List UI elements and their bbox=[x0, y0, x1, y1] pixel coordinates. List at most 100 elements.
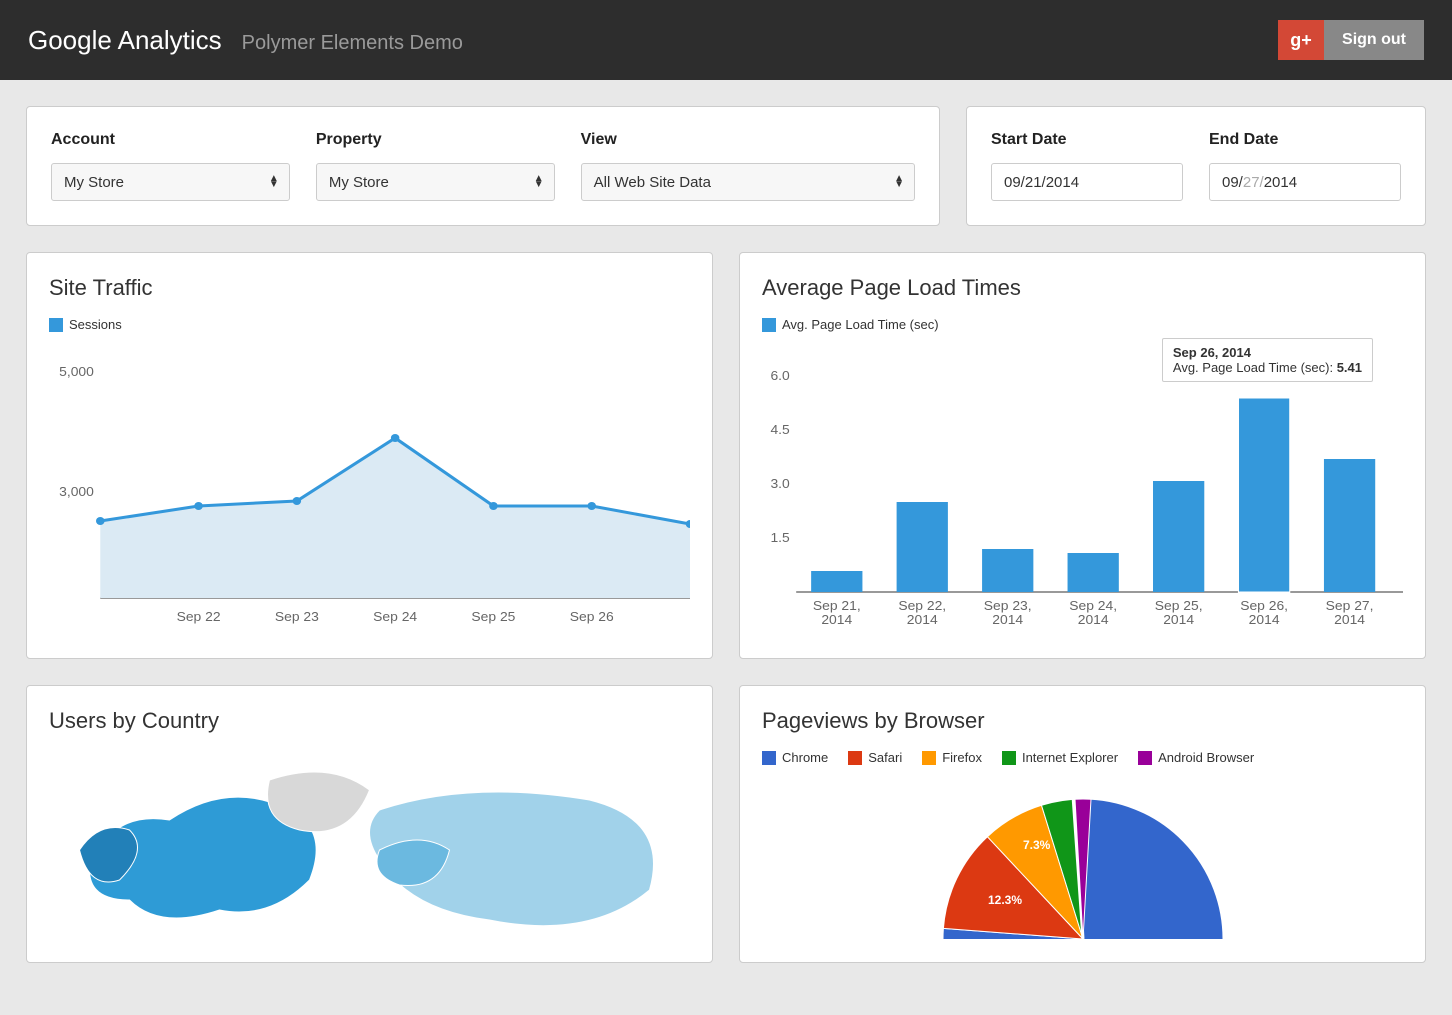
legend-item-sessions: Sessions bbox=[49, 317, 122, 332]
legend-label-loadtime: Avg. Page Load Time (sec) bbox=[782, 317, 939, 332]
pie-label-firefox: 7.3% bbox=[1023, 838, 1051, 852]
legend-label: Chrome bbox=[782, 750, 828, 765]
data-point bbox=[293, 497, 302, 505]
view-value: All Web Site Data bbox=[594, 174, 711, 191]
start-date-field: Start Date 09/21/2014 bbox=[991, 131, 1183, 201]
x-tick: Sep 22 bbox=[177, 609, 221, 623]
account-value: My Store bbox=[64, 174, 124, 191]
signout-button[interactable]: Sign out bbox=[1324, 20, 1424, 60]
x-tick: Sep 24,2014 bbox=[1069, 598, 1117, 626]
legend-label: Internet Explorer bbox=[1022, 750, 1118, 765]
y-tick: 3.0 bbox=[770, 476, 789, 490]
data-point bbox=[194, 502, 203, 510]
property-label: Property bbox=[316, 131, 555, 149]
browser-legend: Chrome Safari Firefox Internet Explorer … bbox=[762, 750, 1403, 765]
legend-item-firefox: Firefox bbox=[922, 750, 982, 765]
bar bbox=[1068, 553, 1119, 592]
end-date-input[interactable]: 09/27/2014 bbox=[1209, 163, 1401, 201]
data-point bbox=[587, 502, 596, 510]
header-right: g+ Sign out bbox=[1278, 20, 1424, 60]
y-tick: 1.5 bbox=[770, 530, 789, 544]
x-tick: Sep 25,2014 bbox=[1155, 598, 1203, 626]
users-by-country-panel: Users by Country bbox=[26, 685, 713, 963]
load-times-title: Average Page Load Times bbox=[762, 275, 1403, 301]
x-tick: Sep 25 bbox=[471, 609, 515, 623]
x-tick: Sep 24 bbox=[373, 609, 418, 623]
site-traffic-panel: Site Traffic Sessions 5,000 3,000 bbox=[26, 252, 713, 659]
account-selectors-panel: Account My Store ▲▼ Property My Store ▲▼… bbox=[26, 106, 940, 226]
chevron-updown-icon: ▲▼ bbox=[894, 176, 904, 188]
load-times-chart[interactable]: Sep 26, 2014 Avg. Page Load Time (sec): … bbox=[762, 346, 1403, 636]
end-date-suffix: 2014 bbox=[1264, 174, 1297, 191]
bar bbox=[811, 571, 862, 592]
view-select[interactable]: All Web Site Data ▲▼ bbox=[581, 163, 915, 201]
google-plus-button[interactable]: g+ bbox=[1278, 20, 1324, 60]
load-times-legend: Avg. Page Load Time (sec) bbox=[762, 317, 1403, 332]
legend-swatch-icon bbox=[1002, 751, 1016, 765]
data-point bbox=[391, 434, 400, 442]
data-point bbox=[489, 502, 498, 510]
legend-label: Firefox bbox=[942, 750, 982, 765]
bar-highlighted bbox=[1238, 398, 1289, 592]
start-date-value: 09/21/2014 bbox=[1004, 174, 1079, 191]
x-tick: Sep 27,2014 bbox=[1326, 598, 1374, 626]
legend-swatch-icon bbox=[848, 751, 862, 765]
property-field: Property My Store ▲▼ bbox=[316, 131, 555, 201]
x-tick: Sep 23 bbox=[275, 609, 319, 623]
y-tick: 4.5 bbox=[770, 422, 789, 436]
account-select[interactable]: My Store ▲▼ bbox=[51, 163, 290, 201]
app-header: Google Analytics Polymer Elements Demo g… bbox=[0, 0, 1452, 80]
x-tick: Sep 21,2014 bbox=[813, 598, 861, 626]
area-fill bbox=[100, 438, 690, 598]
view-label: View bbox=[581, 131, 915, 149]
legend-item-safari: Safari bbox=[848, 750, 902, 765]
tooltip-metric: Avg. Page Load Time (sec): bbox=[1173, 360, 1337, 375]
bar bbox=[982, 549, 1033, 592]
world-map[interactable] bbox=[49, 750, 690, 940]
start-date-input[interactable]: 09/21/2014 bbox=[991, 163, 1183, 201]
pageviews-by-browser-title: Pageviews by Browser bbox=[762, 708, 1403, 734]
chart-tooltip: Sep 26, 2014 Avg. Page Load Time (sec): … bbox=[1162, 338, 1373, 382]
browser-pie-chart[interactable]: 12.3% 7.3% bbox=[762, 779, 1403, 939]
legend-swatch-icon bbox=[1138, 751, 1152, 765]
x-tick: Sep 26,2014 bbox=[1240, 598, 1288, 626]
x-tick: Sep 26 bbox=[570, 609, 614, 623]
property-select[interactable]: My Store ▲▼ bbox=[316, 163, 555, 201]
site-traffic-legend: Sessions bbox=[49, 317, 690, 332]
x-tick: Sep 22,2014 bbox=[898, 598, 946, 626]
legend-swatch-icon bbox=[922, 751, 936, 765]
app-title: Google Analytics bbox=[28, 25, 222, 56]
legend-label: Android Browser bbox=[1158, 750, 1254, 765]
bar bbox=[897, 502, 948, 592]
site-traffic-title: Site Traffic bbox=[49, 275, 690, 301]
view-field: View All Web Site Data ▲▼ bbox=[581, 131, 915, 201]
end-date-label: End Date bbox=[1209, 131, 1401, 149]
chevron-updown-icon: ▲▼ bbox=[269, 176, 279, 188]
end-date-prefix: 09/ bbox=[1222, 174, 1243, 191]
account-field: Account My Store ▲▼ bbox=[51, 131, 290, 201]
legend-item-ie: Internet Explorer bbox=[1002, 750, 1118, 765]
data-point bbox=[96, 517, 105, 525]
bar bbox=[1324, 459, 1375, 592]
site-traffic-chart[interactable]: 5,000 3,000 Sep 22 Sep 23 Sep 24 Sep 25 bbox=[49, 346, 690, 636]
map-region-greenland bbox=[268, 772, 370, 832]
date-range-panel: Start Date 09/21/2014 End Date 09/27/201… bbox=[966, 106, 1426, 226]
legend-swatch-icon bbox=[49, 318, 63, 332]
legend-label: Safari bbox=[868, 750, 902, 765]
start-date-label: Start Date bbox=[991, 131, 1183, 149]
legend-item-loadtime: Avg. Page Load Time (sec) bbox=[762, 317, 939, 332]
property-value: My Store bbox=[329, 174, 389, 191]
end-date-field: End Date 09/27/2014 bbox=[1209, 131, 1401, 201]
legend-swatch-icon bbox=[762, 751, 776, 765]
y-tick: 5,000 bbox=[59, 364, 94, 378]
x-tick: Sep 23,2014 bbox=[984, 598, 1032, 626]
users-by-country-title: Users by Country bbox=[49, 708, 690, 734]
pageviews-by-browser-panel: Pageviews by Browser Chrome Safari Firef… bbox=[739, 685, 1426, 963]
tooltip-value: 5.41 bbox=[1337, 360, 1362, 375]
legend-swatch-icon bbox=[762, 318, 776, 332]
tooltip-date: Sep 26, 2014 bbox=[1173, 345, 1251, 360]
bar bbox=[1153, 481, 1204, 592]
y-tick: 3,000 bbox=[59, 484, 94, 498]
legend-label-sessions: Sessions bbox=[69, 317, 122, 332]
y-tick: 6.0 bbox=[770, 368, 789, 382]
